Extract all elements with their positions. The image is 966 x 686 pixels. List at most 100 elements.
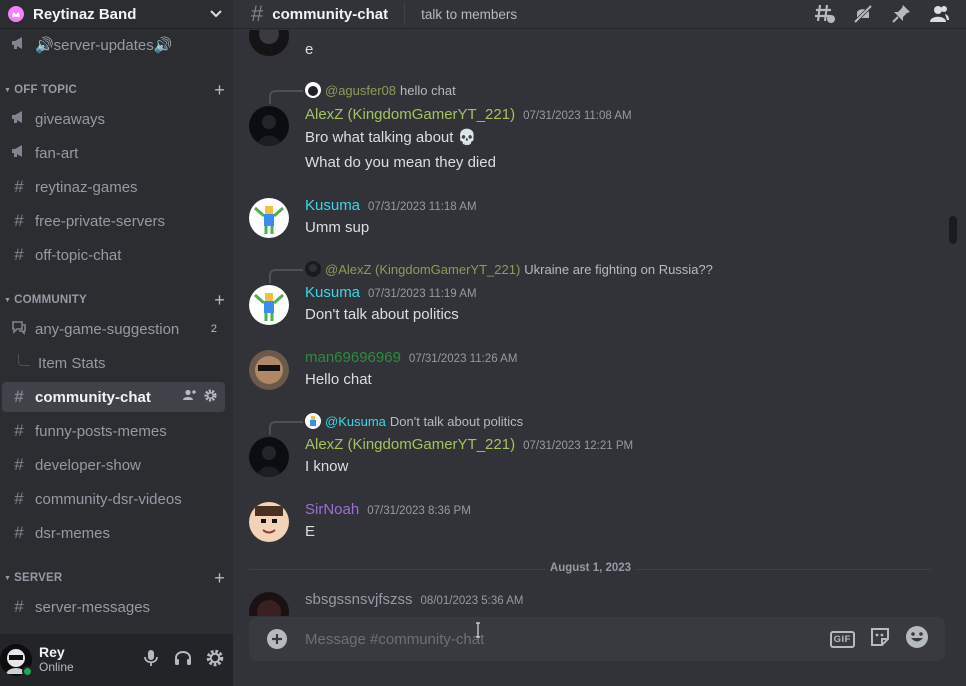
emoji-icon[interactable] [905,625,929,654]
reply-text: Ukraine are fighting on Russia?? [524,261,713,277]
reply-reference[interactable]: @agusfer08 hello chat [305,82,456,98]
username: Rey [39,644,65,660]
message-text: Bro what talking about 💀 [305,129,477,146]
scrollbar-thumb[interactable] [949,216,957,244]
message-author[interactable]: sbsgssnsvjfszss [305,591,413,608]
category-community[interactable]: ▼ COMMUNITY + [0,290,225,310]
message-author[interactable]: AlexZ (KingdomGamerYT_221) [305,436,515,453]
channel-label: fan-art [35,144,79,162]
channel-reytinaz-games[interactable]: # reytinaz-games [2,172,225,202]
megaphone-icon [10,35,28,55]
channel-label: server-messages [35,598,151,616]
message-header: sbsgssnsvjfszss 08/01/2023 5:36 AM [305,591,523,608]
message-timestamp: 07/31/2023 11:26 AM [408,353,518,365]
sticker-icon[interactable] [869,626,891,653]
message-author[interactable]: man69696969 [305,349,401,366]
message-header: man69696969 07/31/2023 11:26 AM [305,349,517,366]
thread-item-stats[interactable]: Item Stats [2,348,225,378]
add-channel-icon[interactable]: + [214,290,225,311]
channel-label: dsr-memes [35,524,111,542]
message-author[interactable]: Kusuma [305,284,360,301]
server-icon [8,6,24,22]
mute-bell-icon[interactable] [852,3,874,25]
hash-icon: # [14,245,24,264]
thread-spine [18,354,30,366]
hash-icon: # [14,387,24,406]
channel-off-topic-chat[interactable]: # off-topic-chat [2,240,225,270]
reply-avatar [305,413,321,429]
hash-icon: # [14,211,24,230]
user-info[interactable]: Rey Online [39,645,74,675]
settings-gear-icon[interactable] [205,648,225,673]
message-composer[interactable]: Message #community-chat GIF [249,617,945,661]
add-attachment-icon[interactable] [265,627,289,651]
avatar[interactable] [249,285,289,325]
reply-author[interactable]: @Kusuma [325,414,386,429]
chevron-down-icon[interactable] [207,7,225,21]
channel-label: community-dsr-videos [35,490,182,508]
channel-community-dsr-videos[interactable]: # community-dsr-videos [2,484,225,514]
hash-icon: # [251,1,264,26]
avatar[interactable] [249,106,289,146]
message-timestamp: 07/31/2023 8:36 PM [367,505,471,517]
reply-reference[interactable]: @AlexZ (KingdomGamerYT_221) Ukraine are … [305,261,713,277]
reply-spine [269,421,303,435]
message-text: What do you mean they died [305,154,496,171]
reply-spine [269,90,303,104]
channel-server-updates[interactable]: 🔊server-updates🔊 [2,30,225,60]
gear-icon[interactable] [204,389,217,405]
channel-developer-show[interactable]: # developer-show [2,450,225,480]
category-server[interactable]: ▼ SERVER + [0,568,225,588]
message-input[interactable]: Message #community-chat [305,631,830,648]
channel-community-chat[interactable]: # community-chat [2,382,225,412]
reply-author[interactable]: @agusfer08 [325,83,396,98]
channel-free-private-servers[interactable]: # free-private-servers [2,206,225,236]
members-icon[interactable] [928,3,950,25]
header-divider [404,3,406,25]
online-status-dot [22,666,33,677]
channel-funny-posts-memes[interactable]: # funny-posts-memes [2,416,225,446]
message-author[interactable]: Kusuma [305,197,360,214]
channel-fan-art[interactable]: fan-art [2,138,225,168]
date-divider: August 1, 2023 [233,562,948,574]
channel-giveaways[interactable]: giveaways [2,104,225,134]
channel-any-game-suggestion[interactable]: any-game-suggestion 2 [2,314,225,344]
add-channel-icon[interactable]: + [214,80,225,101]
hash-icon: # [14,597,24,616]
thread-count-badge: 2 [210,323,217,335]
avatar[interactable] [249,198,289,238]
avatar[interactable] [249,437,289,477]
avatar[interactable] [249,592,289,616]
channel-list: 🔊server-updates🔊 ▼ OFF TOPIC + giveaways… [0,30,233,630]
channel-topic[interactable]: talk to members [421,7,517,22]
message-author[interactable]: AlexZ (KingdomGamerYT_221) [305,106,515,123]
avatar[interactable] [249,350,289,390]
category-label: SERVER [14,572,63,584]
reply-avatar [305,82,321,98]
reply-author[interactable]: @AlexZ (KingdomGamerYT_221) [325,262,520,277]
add-channel-icon[interactable]: + [214,568,225,589]
channel-dsr-memes[interactable]: # dsr-memes [2,518,225,548]
reply-spine [269,269,303,283]
message-header: Kusuma 07/31/2023 11:19 AM [305,284,477,301]
reply-text: hello chat [400,82,456,98]
reply-reference[interactable]: @Kusuma Don't talk about politics [305,413,523,429]
avatar[interactable] [249,502,289,542]
message-text: Hello chat [305,371,372,388]
avatar[interactable] [249,30,289,56]
pin-icon[interactable] [890,3,912,25]
add-member-icon[interactable] [183,389,197,405]
message-author[interactable]: SirNoah [305,501,359,518]
headphones-icon[interactable] [173,648,193,673]
microphone-icon[interactable] [141,648,161,673]
message-timestamp: 07/31/2023 11:08 AM [523,110,632,122]
channel-server-messages[interactable]: # server-messages [2,592,225,622]
category-off-topic[interactable]: ▼ OFF TOPIC + [0,80,225,100]
megaphone-icon [10,109,28,129]
threads-icon[interactable] [814,3,836,25]
gif-button[interactable]: GIF [829,630,855,648]
hash-icon: # [14,489,24,508]
message-text: Don't talk about politics [305,306,459,323]
caret-icon: ▼ [4,296,12,304]
server-header[interactable]: Reytinaz Band [0,0,233,28]
